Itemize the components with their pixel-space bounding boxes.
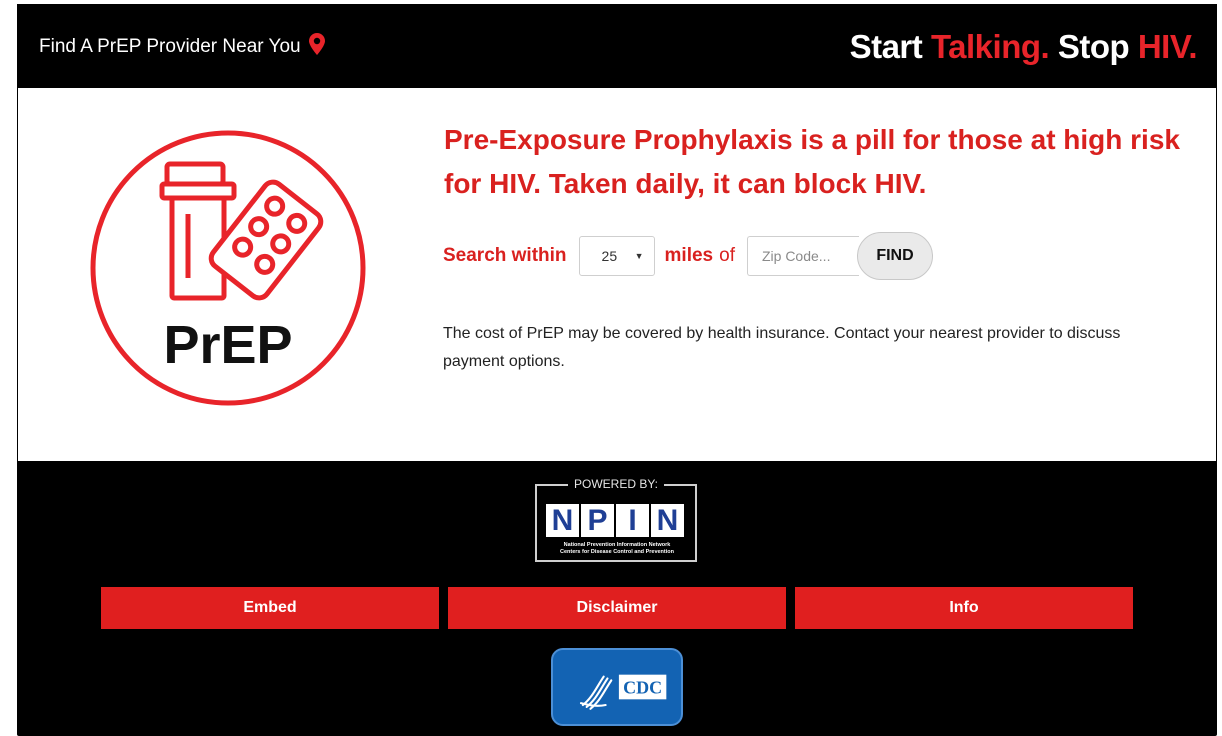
search-within-label: Search within xyxy=(443,245,567,266)
prep-logo-text: PrEP xyxy=(163,315,292,375)
disclaimer-button[interactable]: Disclaimer xyxy=(448,587,786,629)
npin-letters: N P I N xyxy=(546,504,684,537)
map-pin-icon xyxy=(308,33,325,55)
npin-subtitle: National Prevention Information Network … xyxy=(545,542,689,555)
slogan-stop: Stop xyxy=(1049,28,1138,65)
npin-letter: N xyxy=(651,504,684,537)
of-label: of xyxy=(719,245,735,266)
slogan: Start Talking. Stop HIV. xyxy=(849,28,1198,66)
powered-by-text: POWERED BY: xyxy=(567,477,665,491)
caret-down-icon: ▼ xyxy=(634,251,644,261)
miles-select-value: 25 xyxy=(601,248,618,264)
npin-subtitle-line2: Centers for Disease Control and Preventi… xyxy=(560,548,674,555)
hhs-eagle-icon xyxy=(579,675,613,710)
widget-frame: Find A PrEP Provider Near You Start Talk… xyxy=(17,4,1217,736)
npin-letter: N xyxy=(546,504,579,537)
powered-by-label: POWERED BY: xyxy=(537,477,695,491)
main-panel: PrEP Pre-Exposure Prophylaxis is a pill … xyxy=(18,88,1216,461)
cdc-logo[interactable]: CDC xyxy=(551,648,683,726)
header-title: Find A PrEP Provider Near You xyxy=(39,33,325,58)
search-form: Search within 25 ▼ miles of FIND xyxy=(443,232,933,280)
miles-select[interactable]: 25 ▼ xyxy=(578,236,655,276)
miles-label: miles xyxy=(664,245,714,266)
prep-logo: PrEP xyxy=(90,130,366,406)
slogan-start: Start xyxy=(849,28,931,65)
find-button[interactable]: FIND xyxy=(856,232,933,280)
embed-button[interactable]: Embed xyxy=(101,587,439,629)
slogan-hiv: HIV. xyxy=(1137,28,1198,65)
headline: Pre-Exposure Prophylaxis is a pill for t… xyxy=(444,124,1180,199)
header-title-text: Find A PrEP Provider Near You xyxy=(39,36,301,57)
cdc-text: CDC xyxy=(623,678,662,698)
footer-buttons: Embed Disclaimer Info xyxy=(101,587,1133,629)
info-button[interactable]: Info xyxy=(795,587,1133,629)
npin-letter: I xyxy=(616,504,649,537)
npin-subtitle-line1: National Prevention Information Network xyxy=(563,542,671,548)
npin-letter: P xyxy=(581,504,614,537)
npin-logo[interactable]: POWERED BY: N P I N National Prevention … xyxy=(535,477,697,562)
zip-code-input[interactable] xyxy=(746,236,859,276)
header-bar: Find A PrEP Provider Near You Start Talk… xyxy=(17,4,1217,88)
cost-info-text: The cost of PrEP may be covered by healt… xyxy=(443,325,1121,370)
slogan-talking: Talking. xyxy=(930,28,1050,65)
